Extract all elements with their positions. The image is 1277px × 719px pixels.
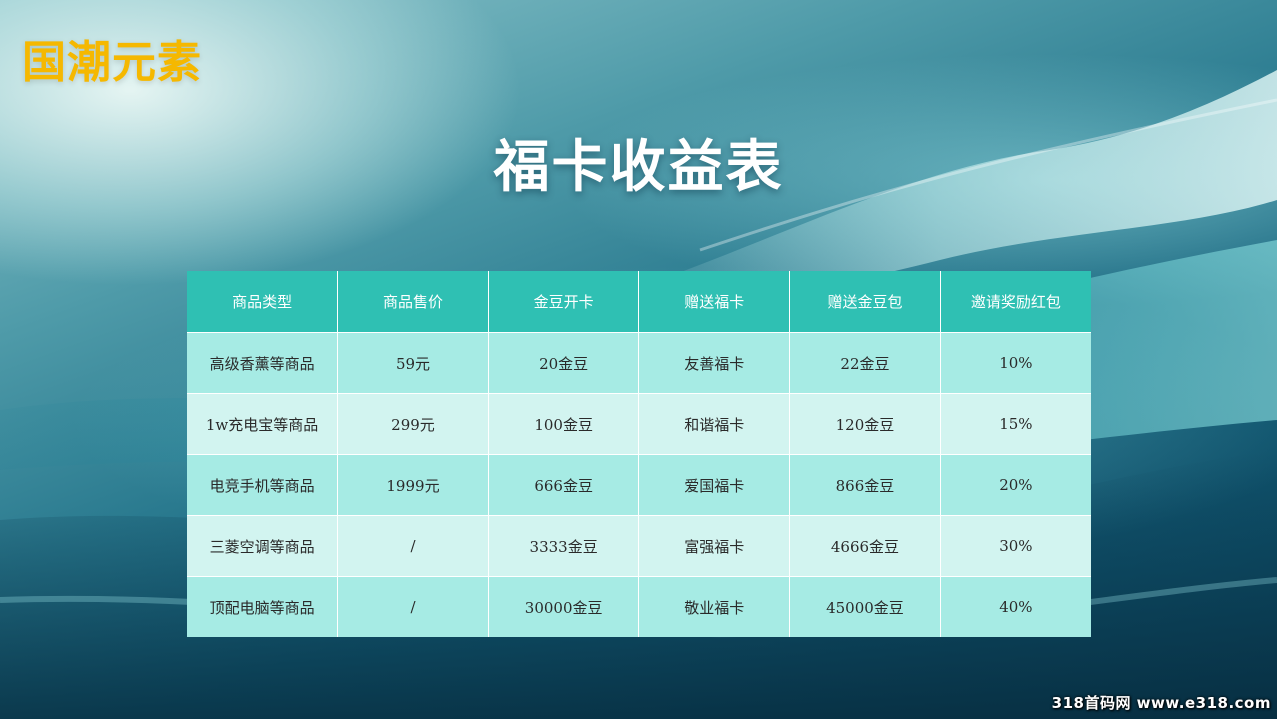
table-cell: 30000金豆 [488, 576, 640, 637]
page-title: 福卡收益表 [493, 134, 784, 200]
table-cell: 1999元 [337, 454, 489, 516]
column-header-gift-card: 赠送福卡 [638, 271, 791, 333]
table-cell: 299元 [337, 393, 489, 455]
table-cell: 22金豆 [789, 332, 941, 394]
column-header-referral-bonus: 邀请奖励红包 [940, 271, 1091, 333]
table-cell: 45000金豆 [789, 576, 941, 637]
column-header-price: 商品售价 [337, 271, 489, 333]
income-table: 商品类型 商品售价 金豆开卡 赠送福卡 赠送金豆包 邀请奖励红包 高级香薰等商品… [187, 271, 1091, 637]
brand-label: 国潮元素 [22, 37, 202, 88]
table-cell: 敬业福卡 [638, 576, 791, 637]
table-cell: 20金豆 [488, 332, 640, 394]
site-watermark: 318首码网 www.e318.com [1051, 694, 1271, 712]
table-cell: / [337, 515, 489, 577]
table-cell: 和谐福卡 [638, 393, 791, 455]
table-cell: 1w充电宝等商品 [187, 393, 339, 455]
table-row: 高级香薰等商品 59元 20金豆 友善福卡 22金豆 10% [187, 332, 1091, 394]
table-cell: 666金豆 [488, 454, 640, 516]
table-cell: 866金豆 [789, 454, 941, 516]
table-cell: 电竞手机等商品 [187, 454, 339, 516]
table-cell: 10% [940, 332, 1091, 394]
table-cell: 爱国福卡 [638, 454, 791, 516]
table-row: 1w充电宝等商品 299元 100金豆 和谐福卡 120金豆 15% [187, 393, 1091, 455]
table-cell: 40% [940, 576, 1091, 637]
column-header-bean-activation: 金豆开卡 [488, 271, 640, 333]
table-cell: 30% [940, 515, 1091, 577]
table-row: 顶配电脑等商品 / 30000金豆 敬业福卡 45000金豆 40% [187, 576, 1091, 637]
table-cell: 富强福卡 [638, 515, 791, 577]
table-header-row: 商品类型 商品售价 金豆开卡 赠送福卡 赠送金豆包 邀请奖励红包 [187, 271, 1091, 333]
table-cell: 120金豆 [789, 393, 941, 455]
table-cell: 3333金豆 [488, 515, 640, 577]
table-cell: 20% [940, 454, 1091, 516]
table-cell: 三菱空调等商品 [187, 515, 339, 577]
table-row: 三菱空调等商品 / 3333金豆 富强福卡 4666金豆 30% [187, 515, 1091, 577]
table-cell: 顶配电脑等商品 [187, 576, 339, 637]
column-header-gift-bean-pack: 赠送金豆包 [789, 271, 941, 333]
table-cell: 100金豆 [488, 393, 640, 455]
table-cell: 15% [940, 393, 1091, 455]
table-cell: 友善福卡 [638, 332, 791, 394]
column-header-product-type: 商品类型 [187, 271, 339, 333]
table-cell: 4666金豆 [789, 515, 941, 577]
table-row: 电竞手机等商品 1999元 666金豆 爱国福卡 866金豆 20% [187, 454, 1091, 516]
table-cell: 59元 [337, 332, 489, 394]
table-cell: 高级香薰等商品 [187, 332, 339, 394]
table-cell: / [337, 576, 489, 637]
